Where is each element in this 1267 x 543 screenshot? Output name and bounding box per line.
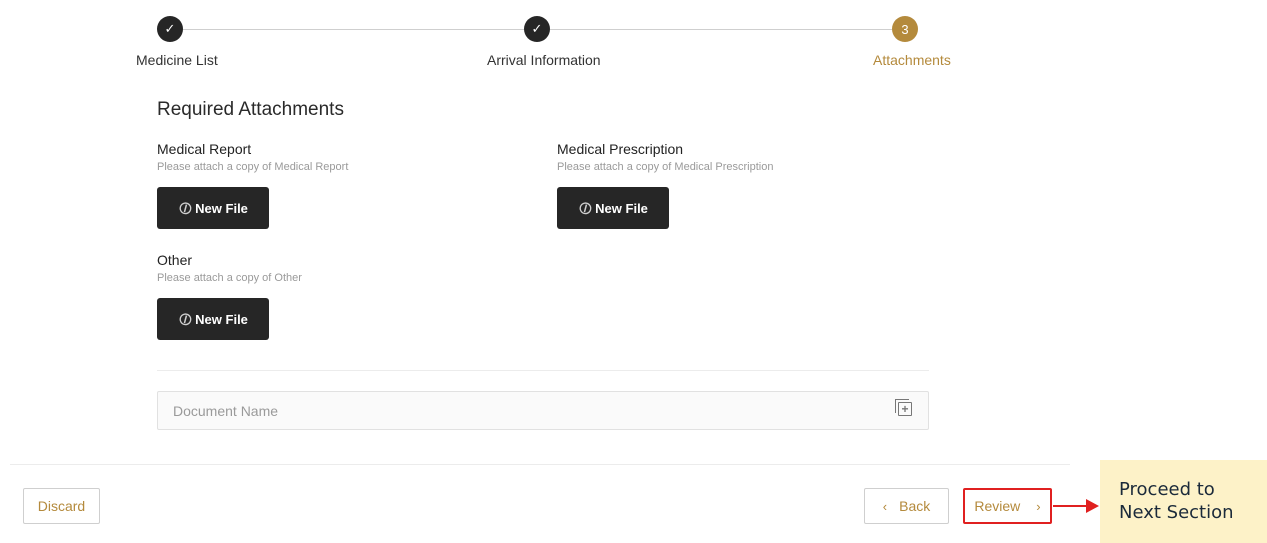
attachment-other: Other Please attach a copy of Other ⊘ Ne…	[157, 252, 302, 340]
section-divider	[157, 370, 929, 371]
attachment-hint: Please attach a copy of Other	[157, 272, 302, 284]
footer-divider	[10, 464, 1070, 465]
annotation-arrow-line	[1053, 505, 1090, 507]
section-title: Required Attachments	[157, 99, 344, 120]
step-1-check-icon: ✓	[157, 16, 183, 42]
attachment-title: Medical Report	[157, 141, 252, 157]
new-file-label: New File	[595, 200, 648, 216]
step-3-number: 3	[892, 16, 918, 42]
back-label: Back	[899, 498, 931, 514]
document-name-field: +	[157, 391, 929, 430]
callout-line-2: Next Section	[1119, 502, 1234, 523]
attachment-medical-prescription: Medical Prescription Please attach a cop…	[557, 141, 773, 229]
progress-stepper: ✓ Medicine List ✓ Arrival Information 3 …	[0, 0, 1267, 80]
new-file-label: New File	[195, 200, 248, 216]
document-name-input[interactable]	[158, 392, 873, 429]
annotation-callout: Proceed to Next Section	[1100, 460, 1267, 543]
step-2-label[interactable]: Arrival Information	[487, 52, 601, 68]
step-connector	[183, 29, 524, 30]
chevron-right-icon: ›	[1036, 498, 1041, 514]
add-document-icon[interactable]: +	[895, 399, 912, 416]
attachment-hint: Please attach a copy of Medical Report	[157, 161, 349, 173]
attachment-title: Other	[157, 252, 193, 268]
new-file-label: New File	[195, 311, 248, 327]
step-connector	[550, 29, 892, 30]
review-label: Review	[974, 498, 1021, 514]
new-file-button-medical-report[interactable]: ⊘ New File	[157, 187, 269, 229]
new-file-button-other[interactable]: ⊘ New File	[157, 298, 269, 340]
paperclip-icon: ⊘	[573, 195, 597, 221]
chevron-left-icon: ‹	[882, 498, 888, 514]
annotation-arrow-head	[1086, 499, 1099, 513]
step-2-check-icon: ✓	[524, 16, 550, 42]
new-file-button-medical-prescription[interactable]: ⊘ New File	[557, 187, 669, 229]
attachment-title: Medical Prescription	[557, 141, 684, 157]
discard-button[interactable]: Discard	[23, 488, 100, 524]
step-1-label[interactable]: Medicine List	[136, 52, 218, 68]
step-3-label[interactable]: Attachments	[873, 52, 951, 68]
review-button[interactable]: Review ›	[963, 488, 1052, 524]
callout-line-1: Proceed to	[1119, 479, 1215, 500]
paperclip-icon: ⊘	[173, 195, 197, 221]
attachment-medical-report: Medical Report Please attach a copy of M…	[157, 141, 348, 229]
attachment-hint: Please attach a copy of Medical Prescrip…	[557, 161, 774, 173]
discard-label: Discard	[37, 498, 86, 514]
back-button[interactable]: ‹ Back	[864, 488, 949, 524]
paperclip-icon: ⊘	[173, 306, 197, 332]
